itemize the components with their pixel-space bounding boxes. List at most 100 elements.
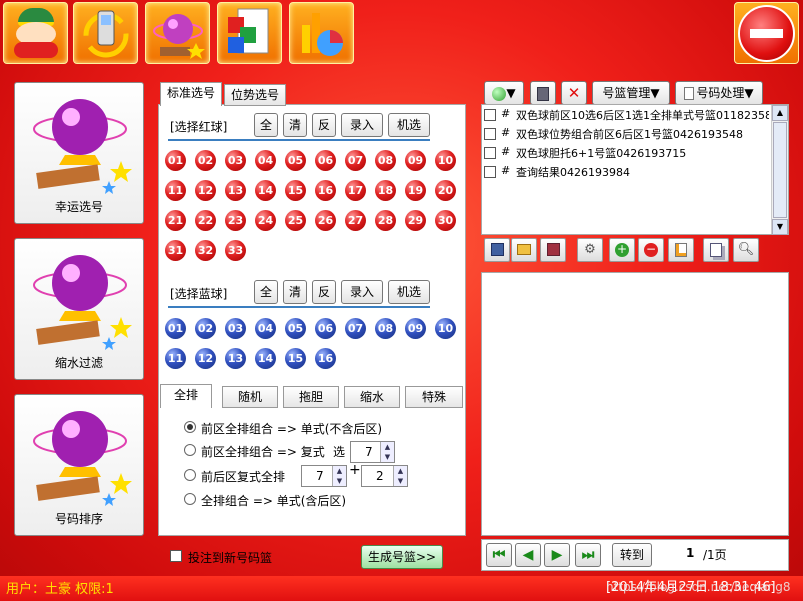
red-ball[interactable]: 08: [375, 150, 396, 171]
red-ball[interactable]: 07: [345, 150, 366, 171]
red-ball[interactable]: 31: [165, 240, 186, 261]
number-display-area[interactable]: [481, 272, 789, 536]
scroll-thumb[interactable]: [773, 122, 787, 218]
stepper-arrows-icon[interactable]: ▲ ▼: [332, 466, 346, 486]
calculator-button[interactable]: [530, 81, 556, 105]
blue-clear-button[interactable]: 清: [283, 280, 307, 304]
blue-ball[interactable]: 16: [315, 348, 336, 369]
basket-item-checkbox[interactable]: [484, 128, 496, 140]
generate-basket-button[interactable]: 生成号篮>>: [361, 545, 443, 569]
save-button[interactable]: [484, 238, 510, 262]
blue-ball[interactable]: 11: [165, 348, 186, 369]
red-random-button[interactable]: 机选: [388, 113, 430, 137]
red-clear-button[interactable]: 清: [283, 113, 307, 137]
blue-ball[interactable]: 01: [165, 318, 186, 339]
blue-select-all-button[interactable]: 全: [254, 280, 278, 304]
exit-button[interactable]: [734, 2, 799, 64]
edit-button[interactable]: [668, 238, 694, 262]
remove-button[interactable]: −: [638, 238, 664, 262]
red-ball[interactable]: 10: [435, 150, 456, 171]
option-select-count-stepper[interactable]: 7 ▲ ▼: [350, 441, 395, 463]
blue-ball[interactable]: 13: [225, 348, 246, 369]
toolbar-button-cubes[interactable]: [217, 2, 282, 64]
tab-shrink[interactable]: 缩水: [344, 386, 400, 408]
option-front-back-compound-radio[interactable]: [184, 469, 196, 481]
option-front-single-radio[interactable]: [184, 421, 196, 433]
toolbar-button-crystal[interactable]: [145, 2, 210, 64]
red-ball[interactable]: 09: [405, 150, 426, 171]
toolbar-button-avatar[interactable]: [3, 2, 68, 64]
red-ball[interactable]: 11: [165, 180, 186, 201]
blue-ball[interactable]: 15: [285, 348, 306, 369]
basket-item-checkbox[interactable]: [484, 166, 496, 178]
red-ball[interactable]: 20: [435, 180, 456, 201]
current-page[interactable]: 1: [686, 546, 694, 560]
first-page-button[interactable]: ⏮: [486, 543, 512, 567]
option-front-compound-radio[interactable]: [184, 444, 196, 456]
red-ball[interactable]: 25: [285, 210, 306, 231]
scroll-up-icon[interactable]: ▲: [772, 105, 788, 121]
red-ball[interactable]: 24: [255, 210, 276, 231]
red-ball[interactable]: 13: [225, 180, 246, 201]
red-invert-button[interactable]: 反: [312, 113, 336, 137]
red-ball[interactable]: 27: [345, 210, 366, 231]
prev-page-button[interactable]: ◀: [515, 543, 541, 567]
red-ball[interactable]: 19: [405, 180, 426, 201]
next-page-button[interactable]: ▶: [544, 543, 570, 567]
number-sort-button[interactable]: 号码排序: [14, 394, 144, 536]
tab-full-permutation[interactable]: 全排: [160, 384, 212, 408]
basket-item[interactable]: 双色球位势组合前区6后区1号篮0426193548: [516, 126, 769, 142]
tab-position-pick[interactable]: 位势选号: [224, 84, 286, 106]
save-as-button[interactable]: [540, 238, 566, 262]
red-ball[interactable]: 02: [195, 150, 216, 171]
blue-ball[interactable]: 14: [255, 348, 276, 369]
blue-ball[interactable]: 07: [345, 318, 366, 339]
blue-invert-button[interactable]: 反: [312, 280, 336, 304]
red-ball[interactable]: 12: [195, 180, 216, 201]
search-button[interactable]: 🔍︎: [733, 238, 759, 262]
basket-management-dropdown[interactable]: 号篮管理▼: [592, 81, 670, 105]
front-count-stepper[interactable]: 7 ▲ ▼: [301, 465, 347, 487]
blue-ball[interactable]: 04: [255, 318, 276, 339]
red-ball[interactable]: 29: [405, 210, 426, 231]
basket-item[interactable]: 查询结果0426193984: [516, 164, 769, 180]
blue-ball[interactable]: 08: [375, 318, 396, 339]
basket-item[interactable]: 双色球胆托6+1号篮0426193715: [516, 145, 769, 161]
blue-ball[interactable]: 12: [195, 348, 216, 369]
blue-enter-button[interactable]: 录入: [341, 280, 383, 304]
red-ball[interactable]: 21: [165, 210, 186, 231]
copy-button[interactable]: [703, 238, 729, 262]
blue-random-button[interactable]: 机选: [388, 280, 430, 304]
lucky-pick-button[interactable]: 幸运选号: [14, 82, 144, 224]
blue-ball[interactable]: 03: [225, 318, 246, 339]
red-ball[interactable]: 05: [285, 150, 306, 171]
red-ball[interactable]: 32: [195, 240, 216, 261]
basket-list-scrollbar[interactable]: ▲ ▼: [771, 105, 788, 235]
red-ball[interactable]: 30: [435, 210, 456, 231]
red-enter-button[interactable]: 录入: [341, 113, 383, 137]
red-ball[interactable]: 01: [165, 150, 186, 171]
add-basket-dropdown[interactable]: ▼: [484, 81, 524, 105]
red-ball[interactable]: 23: [225, 210, 246, 231]
red-ball[interactable]: 03: [225, 150, 246, 171]
last-page-button[interactable]: ⏭: [575, 543, 601, 567]
red-ball[interactable]: 06: [315, 150, 336, 171]
red-ball[interactable]: 28: [375, 210, 396, 231]
blue-ball[interactable]: 06: [315, 318, 336, 339]
blue-ball[interactable]: 02: [195, 318, 216, 339]
shrink-filter-button[interactable]: 缩水过滤: [14, 238, 144, 380]
tab-banker-drag[interactable]: 拖胆: [283, 386, 339, 408]
blue-ball[interactable]: 09: [405, 318, 426, 339]
red-ball[interactable]: 14: [255, 180, 276, 201]
red-ball[interactable]: 04: [255, 150, 276, 171]
bet-new-basket-checkbox[interactable]: [170, 550, 182, 562]
open-button[interactable]: [511, 238, 537, 262]
red-ball[interactable]: 26: [315, 210, 336, 231]
stepper-arrows-icon[interactable]: ▲ ▼: [393, 466, 407, 486]
basket-item-checkbox[interactable]: [484, 109, 496, 121]
number-processing-dropdown[interactable]: 号码处理▼: [675, 81, 763, 105]
back-count-stepper[interactable]: 2 ▲ ▼: [361, 465, 408, 487]
red-ball[interactable]: 15: [285, 180, 306, 201]
tab-standard-pick[interactable]: 标准选号: [160, 82, 222, 106]
toolbar-button-phone[interactable]: [73, 2, 138, 64]
